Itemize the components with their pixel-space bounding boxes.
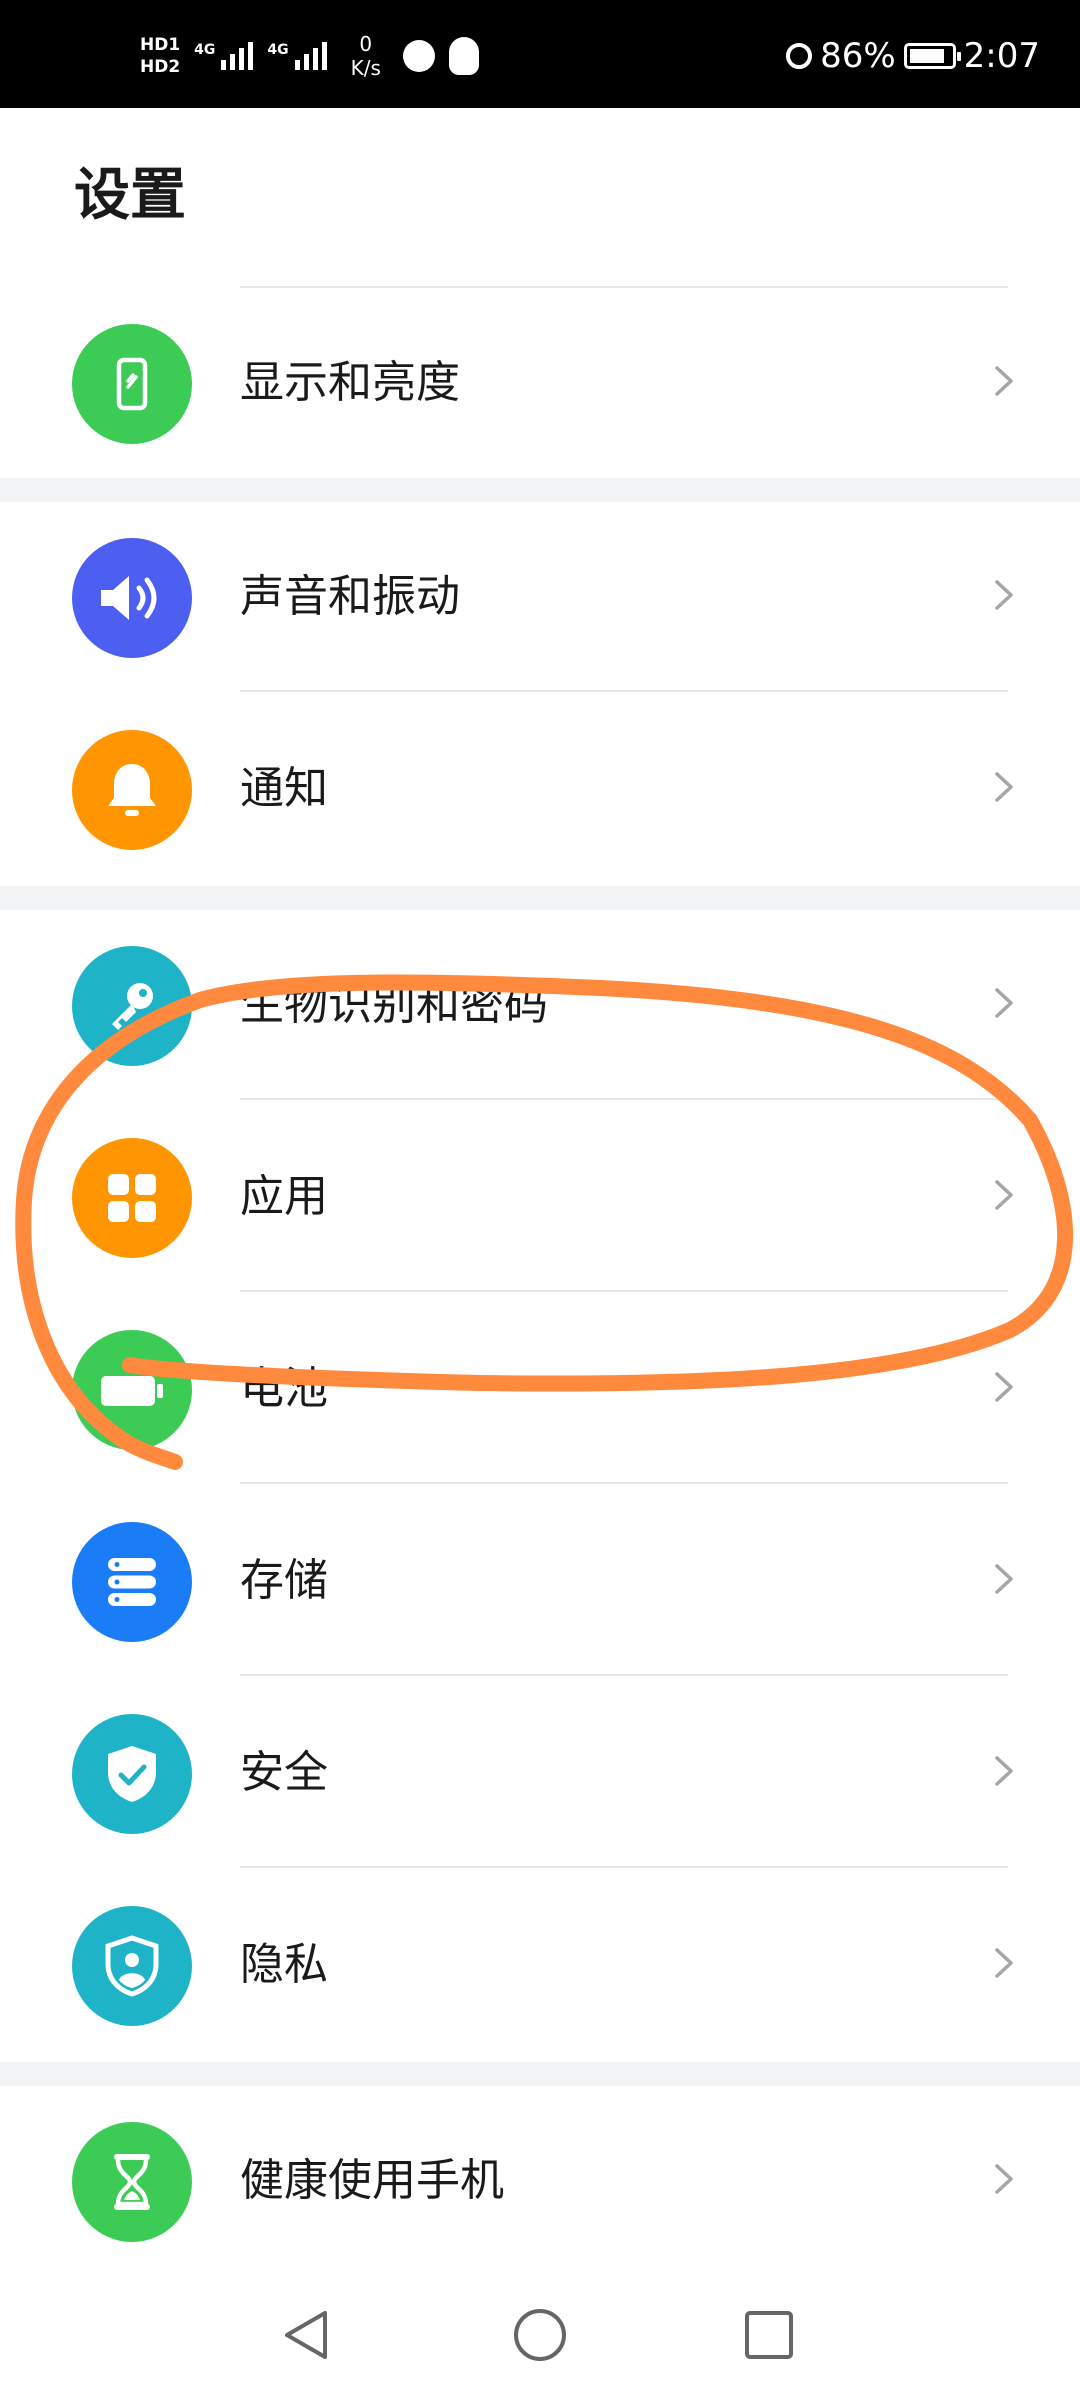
divider [240,1098,1008,1100]
settings-item-privacy[interactable]: 隐私 [0,1870,1080,2060]
page-title: 设置 [74,163,186,228]
back-triangle-icon [285,2311,327,2359]
hd-indicator: HD1 HD2 [140,34,180,78]
chevron-right-icon [995,366,1013,396]
display-brightness-icon [72,324,192,444]
chevron-right-icon [995,1564,1013,1594]
settings-item-label: 安全 [240,1747,328,1798]
settings-item-label: 生物识别和密码 [240,979,548,1030]
group-separator [0,2062,1080,2086]
key-icon [72,946,192,1066]
settings-item-biometrics[interactable]: 生物识别和密码 [0,910,1080,1100]
speaker-icon [72,538,192,658]
signal-1-icon: 4G [194,42,254,70]
network-speed: 0 K/s [350,32,381,80]
divider [240,1674,1008,1676]
divider [240,1866,1008,1868]
settings-item-sound[interactable]: 声音和振动 [0,502,1080,692]
settings-item-label: 显示和亮度 [240,357,460,408]
settings-item-battery[interactable]: 电池 [0,1294,1080,1484]
settings-item-apps[interactable]: 应用 [0,1102,1080,1292]
settings-item-label: 电池 [240,1363,328,1414]
chevron-right-icon [995,1756,1013,1786]
chevron-right-icon [995,580,1013,610]
settings-item-security[interactable]: 安全 [0,1678,1080,1868]
hd2-label: HD2 [140,57,181,77]
settings-item-display[interactable]: 显示和亮度 [0,288,1080,478]
settings-item-label: 应用 [240,1171,328,1222]
battery-icon [72,1330,192,1450]
alarm-icon [786,43,813,69]
group-separator [0,478,1080,502]
storage-icon [72,1522,192,1642]
bell-icon [72,730,192,850]
qq-penguin-icon [448,37,479,75]
settings-item-label: 存储 [240,1555,328,1606]
browser-icon [402,40,435,72]
settings-item-label: 声音和振动 [240,571,460,622]
chevron-right-icon [995,1180,1013,1210]
divider [240,1290,1008,1292]
signal-2-icon: 4G [267,42,327,70]
settings-item-digital-balance[interactable]: 健康使用手机 [0,2086,1080,2276]
chevron-right-icon [995,2164,1013,2194]
home-circle-icon [514,2309,566,2361]
battery-percent: 86% [820,36,896,76]
privacy-shield-icon [72,1906,192,2026]
status-bar: HD1 HD2 4G 4G 0 K/s 86% 2:07 [0,0,1080,108]
hd1-label: HD1 [140,35,181,55]
divider [240,690,1008,692]
settings-item-notification[interactable]: 通知 [0,694,1080,884]
settings-item-label: 健康使用手机 [240,2155,504,2206]
recents-button[interactable] [724,2290,814,2380]
battery-status-icon [903,43,961,69]
shield-check-icon [72,1714,192,1834]
group-separator [0,886,1080,910]
chevron-right-icon [995,1372,1013,1402]
settings-item-storage[interactable]: 存储 [0,1486,1080,1676]
divider [240,1482,1008,1484]
home-button[interactable] [495,2290,585,2380]
back-button[interactable] [262,2290,352,2380]
clock: 2:07 [963,36,1040,76]
settings-item-label: 隐私 [240,1939,328,1990]
hourglass-icon [72,2122,192,2242]
settings-item-label: 通知 [240,763,328,814]
recents-square-icon [745,2311,793,2359]
chevron-right-icon [995,1948,1013,1978]
navigation-bar [0,2270,1080,2400]
apps-grid-icon [72,1138,192,1258]
chevron-right-icon [995,988,1013,1018]
chevron-right-icon [995,772,1013,802]
